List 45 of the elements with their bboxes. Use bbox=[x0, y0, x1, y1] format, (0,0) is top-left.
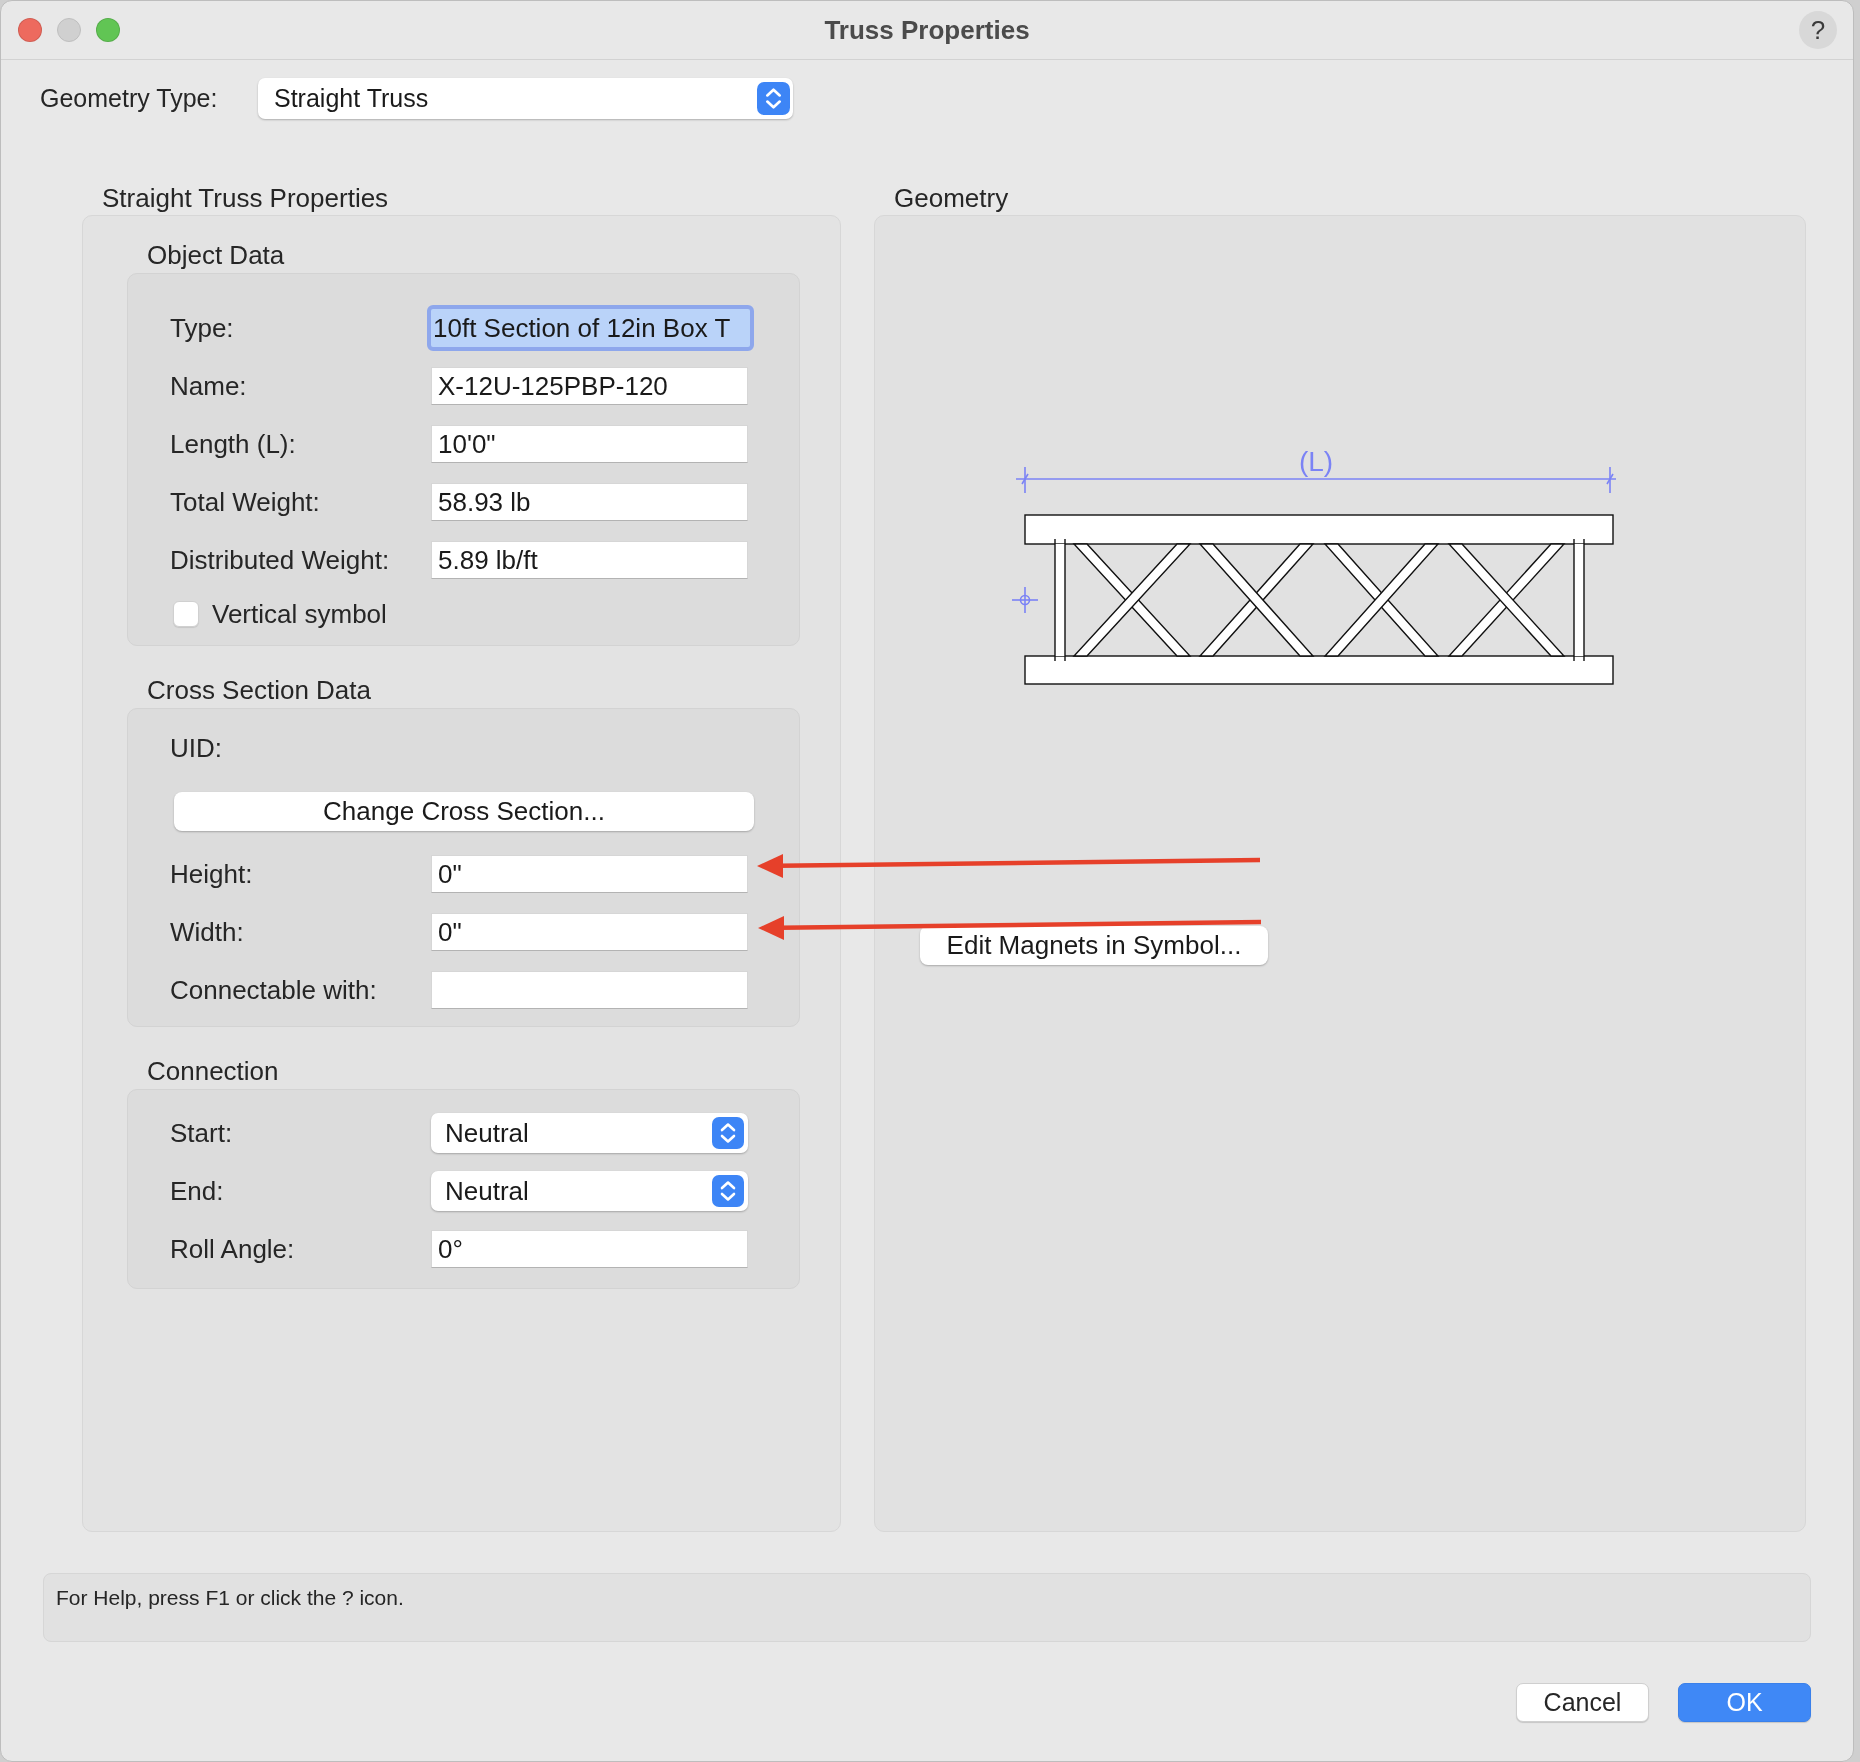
text-field[interactable]: 0" bbox=[431, 855, 748, 893]
group-title: Object Data bbox=[147, 240, 285, 270]
dropdown[interactable]: Neutral bbox=[431, 1113, 748, 1153]
stepper-icon bbox=[712, 1175, 744, 1207]
dimension-label: (L) bbox=[1298, 446, 1334, 477]
field-label: Height: bbox=[170, 857, 254, 891]
action-button[interactable]: Change Cross Section... bbox=[174, 791, 754, 831]
field-label: UID: bbox=[170, 731, 222, 765]
section-title: Straight Truss Properties bbox=[101, 183, 389, 213]
field-label: Total Weight: bbox=[170, 485, 321, 519]
action-button[interactable]: Edit Magnets in Symbol... bbox=[920, 926, 1268, 965]
field-label: Start: bbox=[170, 1116, 234, 1150]
help-text: For Help, press F1 or click the ? icon. bbox=[56, 1586, 404, 1609]
dropdown[interactable]: Straight Truss bbox=[258, 78, 793, 119]
text-field[interactable]: 10ft Section of 12in Box T bbox=[427, 305, 754, 351]
section-title: Geometry bbox=[893, 183, 1009, 213]
text-field[interactable]: 0° bbox=[431, 1230, 748, 1268]
field-label: Type: bbox=[170, 311, 235, 345]
text-field[interactable]: 0" bbox=[431, 913, 748, 951]
text-field[interactable]: X-12U-125PBP-120 bbox=[431, 367, 748, 405]
stepper-icon bbox=[712, 1117, 744, 1149]
text-field[interactable]: 10'0" bbox=[431, 425, 748, 463]
field-label: Length (L): bbox=[170, 427, 297, 461]
window-zoom-icon[interactable] bbox=[96, 18, 120, 42]
text-field[interactable]: 58.93 lb bbox=[431, 483, 748, 521]
text-field[interactable] bbox=[431, 971, 748, 1009]
checkbox[interactable] bbox=[173, 601, 199, 627]
field-label: End: bbox=[170, 1174, 225, 1208]
field-label: Connectable with: bbox=[170, 973, 378, 1007]
window-title: Truss Properties bbox=[824, 13, 1030, 47]
group-title: Cross Section Data bbox=[147, 675, 371, 705]
help-button[interactable]: ? bbox=[1799, 11, 1837, 49]
field-label: Roll Angle: bbox=[170, 1232, 296, 1266]
dialog-button[interactable]: Cancel bbox=[1516, 1683, 1649, 1722]
stepper-icon bbox=[757, 82, 790, 115]
text-field[interactable]: 5.89 lb/ft bbox=[431, 541, 748, 579]
dropdown[interactable]: Neutral bbox=[431, 1171, 748, 1211]
crosshair-icon bbox=[1011, 586, 1039, 614]
group-title: Connection bbox=[147, 1056, 279, 1086]
field-label: Name: bbox=[170, 369, 248, 403]
field-label: Distributed Weight: bbox=[170, 543, 391, 577]
field-label: Geometry Type: bbox=[40, 82, 219, 114]
window-close-icon[interactable] bbox=[18, 18, 42, 42]
field-label: Width: bbox=[170, 915, 245, 949]
checkbox-label: Vertical symbol bbox=[212, 597, 387, 631]
